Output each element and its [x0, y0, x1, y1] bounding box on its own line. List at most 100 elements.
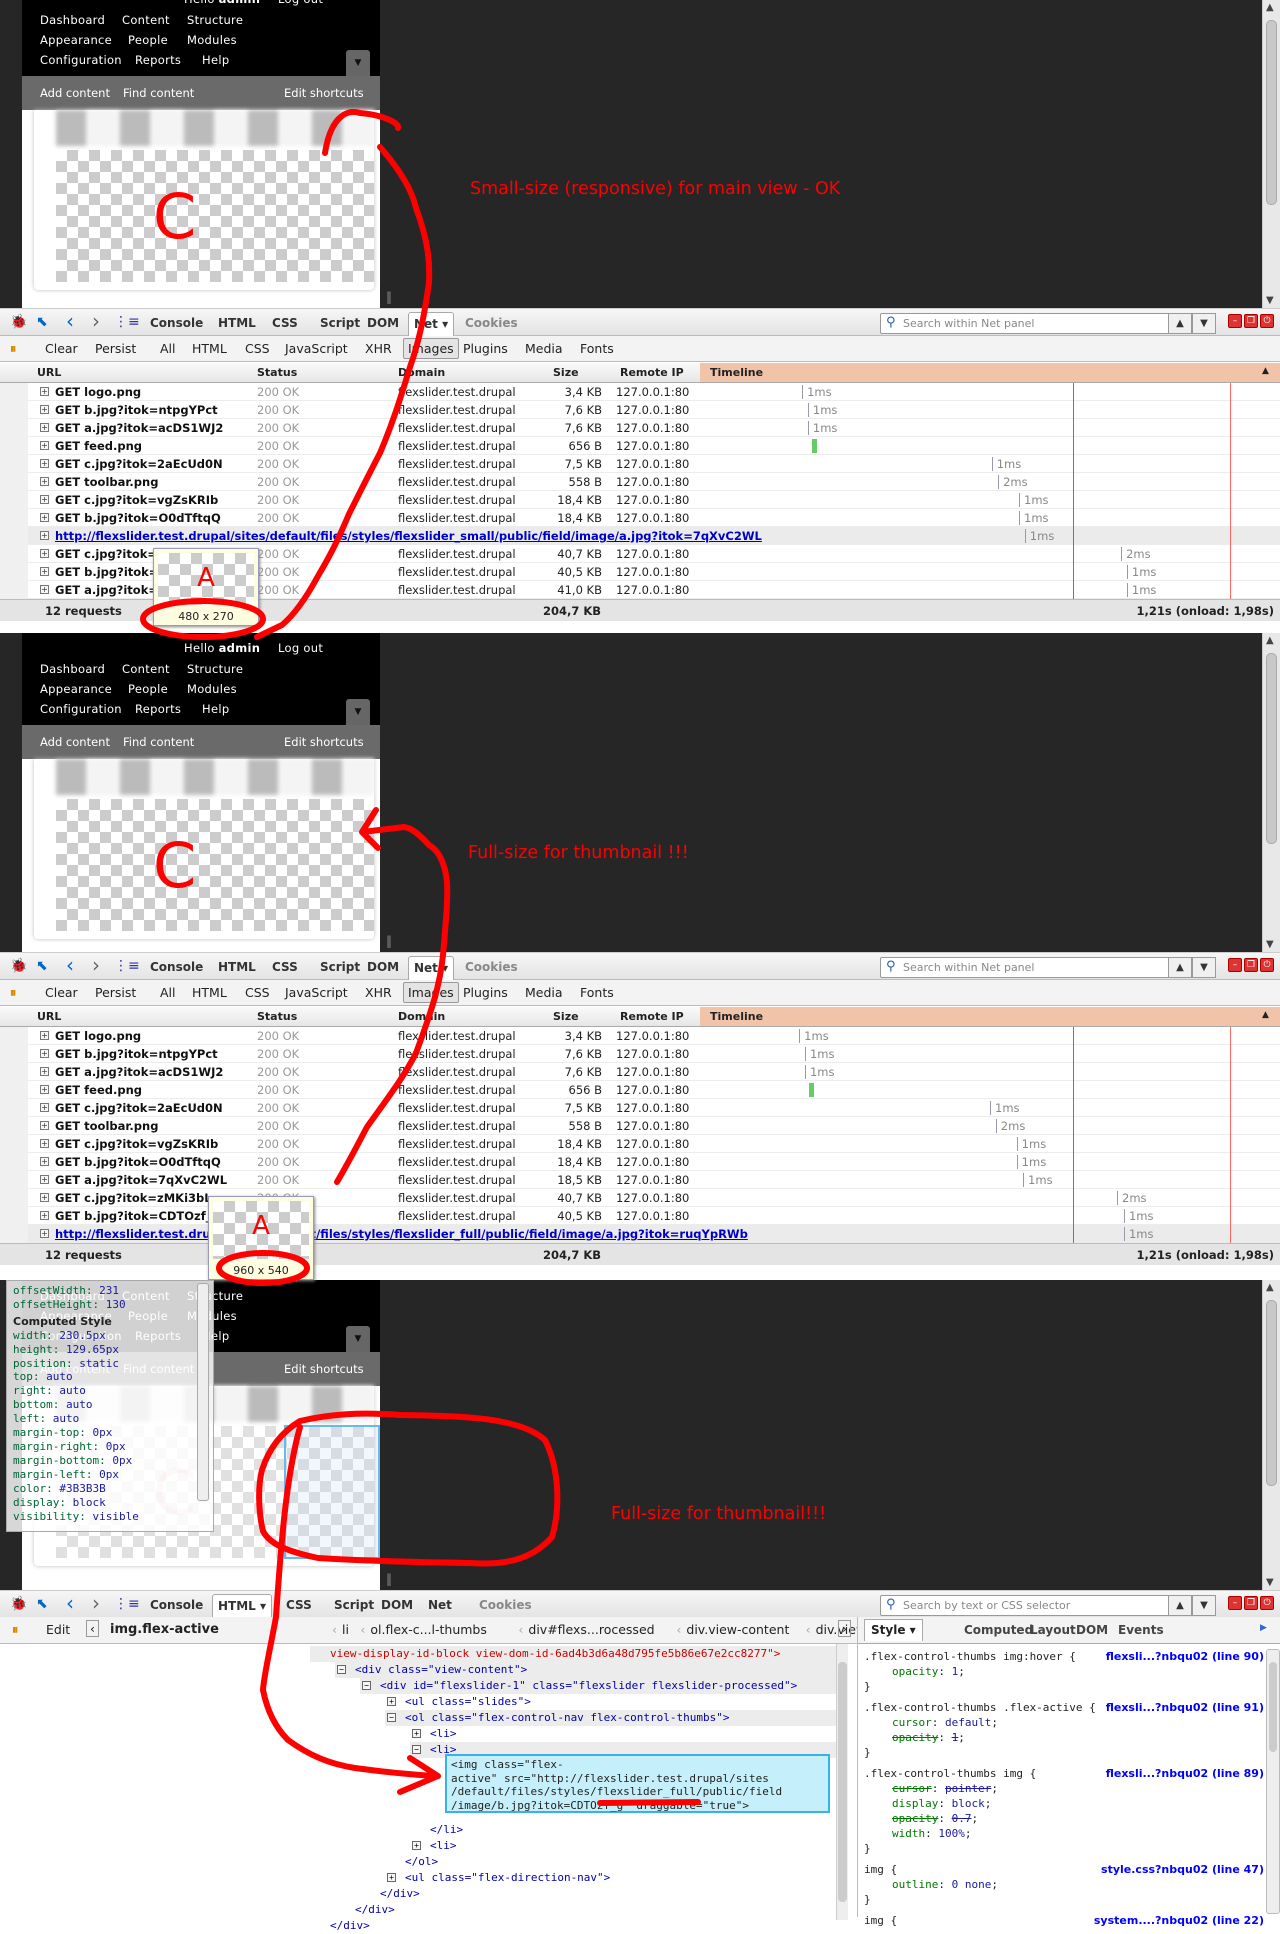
search-net-input[interactable]: ⚲ Search within Net panel: [880, 957, 1170, 978]
side-tab-layout[interactable]: Layout: [1030, 1623, 1076, 1637]
search-prev-button[interactable]: ▲: [1168, 957, 1192, 978]
scroll-thumb[interactable]: [1266, 1300, 1277, 1486]
close-icon[interactable]: ⏻: [1260, 958, 1274, 972]
expand-icon[interactable]: +: [40, 1193, 49, 1202]
tab-cookies[interactable]: Cookies: [465, 316, 518, 330]
column-domain[interactable]: Domain: [398, 1010, 445, 1023]
net-request-row[interactable]: + GET c.jpg?itok=vgZsKRIb 200 OK flexslider…: [0, 491, 1280, 509]
expand-icon[interactable]: +: [40, 423, 49, 432]
expand-icon[interactable]: +: [40, 513, 49, 522]
breadcrumb-item[interactable]: div#flexs...rocessed: [528, 1622, 654, 1637]
scroll-down-icon[interactable]: ▼: [1266, 1577, 1274, 1588]
net-request-row[interactable]: + GET logo.png 200 OK flexslider.test.drupa…: [0, 383, 1280, 401]
detach-icon[interactable]: ❐: [1244, 1596, 1258, 1610]
minimize-icon[interactable]: –: [1228, 958, 1242, 972]
forward-icon[interactable]: ›: [92, 953, 100, 977]
menu-reports[interactable]: Reports: [135, 53, 181, 67]
breadcrumb-item[interactable]: div.view-content: [686, 1622, 789, 1637]
filter-persist[interactable]: Persist: [95, 985, 136, 1000]
tab-css[interactable]: CSS: [272, 960, 298, 974]
node-toggle-icon[interactable]: −: [412, 1745, 421, 1754]
rule-source-link[interactable]: flexsli...?nbqu02 (line 90): [1106, 1649, 1264, 1664]
net-request-row[interactable]: + GET c.jpg?itok=2aEcUd0N 200 OK flexslider…: [0, 1099, 1280, 1117]
menu-structure[interactable]: Structure: [187, 662, 243, 676]
html-node[interactable]: <div id="flexslider-1" class="flexslider…: [360, 1678, 836, 1694]
scroll-thumb[interactable]: [1266, 20, 1277, 205]
node-toggle-icon[interactable]: +: [387, 1697, 396, 1706]
menu-people[interactable]: People: [128, 33, 168, 47]
shortcut-add-content[interactable]: Add content: [40, 735, 110, 749]
net-request-row[interactable]: + GET b.jpg?itok=ntpgYPct 200 OK flexslider…: [0, 401, 1280, 419]
net-request-row[interactable]: + GET c.jpg?itok=vgZsKRIb 200 OK flexslider…: [0, 1135, 1280, 1153]
net-request-row[interactable]: + GET feed.png 200 OK flexslider.test.drupa…: [0, 1081, 1280, 1099]
expand-icon[interactable]: +: [40, 1175, 49, 1184]
tab-html[interactable]: HTML: [218, 316, 256, 330]
forward-icon[interactable]: ›: [92, 309, 100, 333]
scroll-down-icon[interactable]: ▼: [1266, 939, 1274, 950]
tab-dom[interactable]: DOM: [367, 960, 399, 974]
edit-shortcuts-link[interactable]: Edit shortcuts: [284, 86, 364, 100]
shortcut-find-content[interactable]: Find content: [123, 735, 194, 749]
filter-clear[interactable]: Clear: [45, 985, 78, 1000]
expand-icon[interactable]: +: [40, 1067, 49, 1076]
expand-icon[interactable]: +: [40, 1139, 49, 1148]
tab-script[interactable]: Script: [320, 960, 360, 974]
menu-help[interactable]: Help: [202, 53, 229, 67]
breadcrumb-forward[interactable]: ›: [838, 1620, 851, 1637]
html-node[interactable]: </div>: [310, 1918, 836, 1934]
filter-xhr[interactable]: XHR: [365, 341, 392, 356]
tree-scrollbar[interactable]: [836, 1644, 848, 1920]
close-icon[interactable]: ⏻: [1260, 314, 1274, 328]
edit-shortcuts-link[interactable]: Edit shortcuts: [284, 735, 364, 749]
tab-cookies[interactable]: Cookies: [465, 960, 518, 974]
breadcrumb-item[interactable]: li: [342, 1622, 349, 1637]
html-node[interactable]: view-display-id-block view-dom-id-6ad4b3…: [310, 1646, 836, 1662]
menu-structure[interactable]: Structure: [187, 13, 243, 27]
search-next-button[interactable]: ▼: [1192, 1595, 1216, 1616]
tab-css[interactable]: CSS: [272, 316, 298, 330]
inspect-icon[interactable]: ⬉: [36, 314, 48, 330]
filter-css[interactable]: CSS: [245, 985, 270, 1000]
filter-javascript[interactable]: JavaScript: [285, 341, 348, 356]
menu-reports[interactable]: Reports: [135, 702, 181, 716]
scroll-down-icon[interactable]: ▼: [1266, 295, 1274, 306]
filter-html[interactable]: HTML: [192, 341, 227, 356]
tab-script[interactable]: Script: [320, 316, 360, 330]
tab-net[interactable]: Net ▾: [408, 956, 455, 982]
firebug-icon[interactable]: 🐞: [10, 958, 27, 974]
net-request-row[interactable]: + GET a.jpg?itok=7qXvC2WL 200 OK flexslider…: [0, 1171, 1280, 1189]
shortcut-add-content[interactable]: Add content: [40, 86, 110, 100]
expand-icon[interactable]: +: [40, 1049, 49, 1058]
shortcut-find-content[interactable]: Find content: [123, 86, 194, 100]
toolbar-toggle-icon[interactable]: ▼: [346, 1326, 370, 1352]
tab-net[interactable]: Net: [428, 1598, 452, 1612]
sort-icon[interactable]: ▲: [1262, 366, 1269, 376]
filter-persist[interactable]: Persist: [95, 341, 136, 356]
breadcrumb-item[interactable]: img.flex-active: [110, 1622, 219, 1637]
node-toggle-icon[interactable]: +: [412, 1841, 421, 1850]
page-scrollbar[interactable]: ▲ ▼: [1262, 1280, 1280, 1590]
filter-media[interactable]: Media: [525, 341, 563, 356]
menu-modules[interactable]: Modules: [187, 682, 237, 696]
side-tab-computed[interactable]: Computed: [964, 1623, 1033, 1637]
expand-icon[interactable]: +: [40, 1121, 49, 1130]
rule-source-link[interactable]: flexsli...?nbqu02 (line 91): [1106, 1700, 1264, 1715]
html-node[interactable]: <ul class="slides">: [385, 1694, 836, 1710]
scroll-up-icon[interactable]: ▲: [1266, 1282, 1274, 1293]
close-icon[interactable]: ⏻: [1260, 1596, 1274, 1610]
menu-configuration[interactable]: Configuration: [40, 702, 122, 716]
net-request-row[interactable]: +GET b.jpg?itok=CDTOzf_200 OKflexslider.…: [0, 1207, 1280, 1225]
selected-img-node[interactable]: <img class="flex- active" src="http://fl…: [445, 1754, 830, 1813]
rule-property[interactable]: display: block;: [864, 1796, 1264, 1811]
scroll-thumb[interactable]: [1266, 653, 1277, 845]
filter-xhr[interactable]: XHR: [365, 985, 392, 1000]
logout-link[interactable]: Log out: [278, 1280, 323, 1282]
column-size[interactable]: Size: [553, 366, 579, 379]
filter-clear[interactable]: Clear: [45, 341, 78, 356]
expand-icon[interactable]: +: [40, 531, 49, 540]
rule-property[interactable]: opacity: 0.7;: [864, 1811, 1264, 1826]
menu-content[interactable]: Content: [122, 662, 170, 676]
search-next-button[interactable]: ▼: [1192, 957, 1216, 978]
filter-media[interactable]: Media: [525, 985, 563, 1000]
inspect-icon[interactable]: ⬉: [36, 958, 48, 974]
